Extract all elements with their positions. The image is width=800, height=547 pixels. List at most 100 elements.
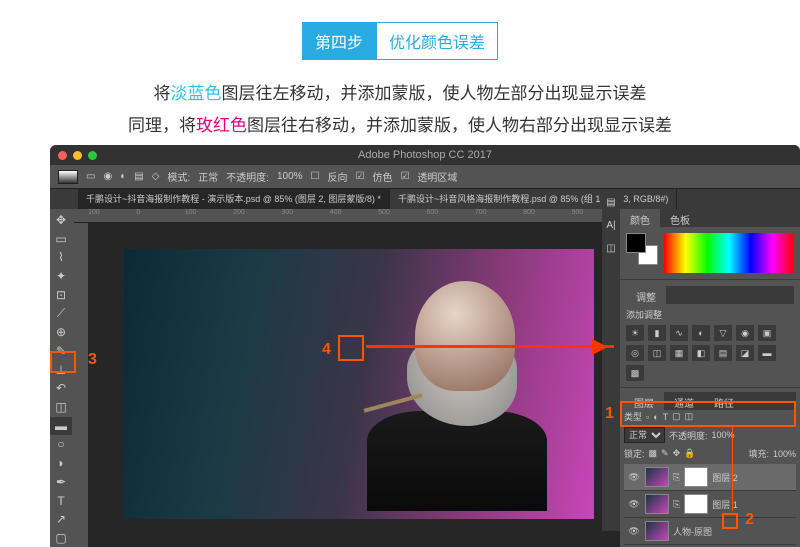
vibrance-icon[interactable]: ▽ bbox=[714, 325, 732, 341]
libraries-icon[interactable]: ◫ bbox=[606, 243, 615, 254]
trans-label: 透明区域 bbox=[417, 169, 457, 184]
portrait-subject bbox=[383, 281, 543, 511]
reverse-checkbox[interactable]: ☐ bbox=[311, 171, 320, 182]
annotation-vline bbox=[720, 427, 744, 511]
gradient-type-diamond-icon[interactable]: ◇ bbox=[152, 171, 160, 182]
exposure-icon[interactable]: ◐ bbox=[692, 325, 710, 341]
opacity-label: 不透明度: bbox=[669, 429, 708, 442]
history-icon[interactable]: ▤ bbox=[606, 197, 615, 208]
crop-tool-icon[interactable]: ⊡ bbox=[50, 286, 72, 304]
instr1-pre: 将 bbox=[154, 84, 171, 103]
layer-thumb-icon bbox=[645, 467, 669, 487]
annotation-box-3 bbox=[50, 351, 76, 373]
tab-color[interactable]: 颜色 bbox=[620, 209, 660, 227]
move-tool-icon[interactable]: ✥ bbox=[50, 211, 72, 229]
pen-tool-icon[interactable]: ✒ bbox=[50, 473, 72, 491]
layer-row[interactable]: 👁 人物-原图 bbox=[624, 518, 796, 545]
fill-value[interactable]: 100% bbox=[773, 449, 796, 459]
dither-label: 仿色 bbox=[372, 169, 392, 184]
lock-trans-icon[interactable]: ▩ bbox=[649, 448, 658, 459]
gradient-type-linear-icon[interactable]: ▭ bbox=[86, 171, 95, 182]
visibility-icon[interactable]: 👁 bbox=[627, 472, 641, 483]
document-tab[interactable]: 千鹏设计~抖音风格海报制作教程.psd @ 85% (组 1 拷贝 3, RGB… bbox=[390, 189, 677, 209]
gradient-map-icon[interactable]: ▬ bbox=[758, 345, 776, 361]
shape-tool-icon[interactable]: ▢ bbox=[50, 529, 72, 547]
eyedropper-tool-icon[interactable]: ⟋ bbox=[50, 305, 72, 323]
adjustment-icons: ☀▮∿◐▽◉▣ ◎ ◫▦◧▤◪▬ ▩ bbox=[626, 325, 794, 381]
gradient-preview-icon[interactable] bbox=[58, 170, 78, 184]
type-tool-icon[interactable]: T bbox=[50, 492, 72, 510]
tab-swatches[interactable]: 色板 bbox=[660, 209, 700, 227]
annotation-box-1 bbox=[620, 401, 796, 427]
tutorial-header: 第四步优化颜色误差 bbox=[0, 0, 800, 78]
document-tabs: 千鹏设计~抖音海报制作教程 - 演示版本.psd @ 85% (图层 2, 图层… bbox=[50, 189, 800, 209]
invert-icon[interactable]: ◧ bbox=[692, 345, 710, 361]
adjustments-panel: 调整 添加调整 ☀▮∿◐▽◉▣ ◎ ◫▦◧▤◪▬ ▩ bbox=[620, 279, 800, 387]
blend-mode-select[interactable]: 正常 bbox=[624, 427, 665, 443]
canvas-image[interactable] bbox=[124, 249, 594, 519]
dodge-tool-icon[interactable]: ◗ bbox=[50, 454, 72, 472]
hue-icon[interactable]: ◉ bbox=[736, 325, 754, 341]
maximize-icon[interactable] bbox=[88, 151, 97, 160]
instr2-pre: 同理，将 bbox=[128, 116, 196, 135]
layer-thumb-icon bbox=[645, 521, 669, 541]
gradient-type-radial-icon[interactable]: ◉ bbox=[103, 171, 112, 182]
layer-thumb-icon bbox=[645, 494, 669, 514]
blur-tool-icon[interactable]: ○ bbox=[50, 436, 72, 454]
trans-checkbox[interactable]: ☑ bbox=[400, 171, 409, 182]
bw-icon[interactable]: ▣ bbox=[758, 325, 776, 341]
path-tool-icon[interactable]: ↗ bbox=[50, 511, 72, 529]
lock-pixels-icon[interactable]: ✎ bbox=[661, 448, 669, 459]
curves-icon[interactable]: ∿ bbox=[670, 325, 688, 341]
selective-icon[interactable]: ▩ bbox=[626, 365, 644, 381]
lasso-tool-icon[interactable]: ⌇ bbox=[50, 248, 72, 266]
fg-color-icon[interactable] bbox=[626, 233, 646, 253]
marquee-tool-icon[interactable]: ▭ bbox=[50, 230, 72, 248]
step-title: 优化颜色误差 bbox=[376, 22, 498, 60]
eraser-tool-icon[interactable]: ◫ bbox=[50, 398, 72, 416]
gradient-type-reflected-icon[interactable]: ▤ bbox=[134, 171, 143, 182]
opacity-label: 不透明度: bbox=[226, 169, 269, 184]
document-tab[interactable]: 千鹏设计~抖音海报制作教程 - 演示版本.psd @ 85% (图层 2, 图层… bbox=[78, 189, 390, 209]
history-brush-icon[interactable]: ↶ bbox=[50, 379, 72, 397]
ruler-horizontal: 1000100200300400500600700800900 bbox=[74, 209, 620, 223]
posterize-icon[interactable]: ▤ bbox=[714, 345, 732, 361]
fill-label: 填充: bbox=[748, 447, 769, 460]
mode-value[interactable]: 正常 bbox=[198, 169, 218, 184]
wand-tool-icon[interactable]: ✦ bbox=[50, 267, 72, 285]
photoshop-window: Adobe Photoshop CC 2017 ▭ ◉ ◐ ▤ ◇ 模式: 正常… bbox=[50, 145, 800, 547]
annotation-2: 2 bbox=[745, 511, 754, 529]
instr2-post: 图层往右移动，并添加蒙版，使人物右部分出现显示误差 bbox=[247, 116, 672, 135]
layer-name: 人物-原图 bbox=[673, 525, 712, 538]
dither-checkbox[interactable]: ☑ bbox=[356, 171, 365, 182]
instr1-post: 图层往左移动，并添加蒙版，使人物左部分出现显示误差 bbox=[222, 84, 647, 103]
right-panels: 颜色 色板 调整 添加调整 ☀▮∿◐▽◉▣ ◎ ◫▦◧▤◪▬ ▩ bbox=[620, 209, 800, 547]
gradient-type-angle-icon[interactable]: ◐ bbox=[120, 171, 126, 182]
visibility-icon[interactable]: 👁 bbox=[627, 499, 641, 510]
gradient-tool-icon[interactable]: ▬ bbox=[50, 417, 72, 435]
minimize-icon[interactable] bbox=[73, 151, 82, 160]
char-icon[interactable]: A| bbox=[606, 220, 615, 231]
color-spectrum[interactable] bbox=[664, 233, 794, 273]
photo-filter-icon[interactable]: ◎ bbox=[626, 345, 644, 361]
threshold-icon[interactable]: ◪ bbox=[736, 345, 754, 361]
link-icon: ⎘ bbox=[673, 472, 680, 483]
opacity-value[interactable]: 100% bbox=[277, 171, 303, 182]
mixer-icon[interactable]: ◫ bbox=[648, 345, 666, 361]
heal-tool-icon[interactable]: ⊕ bbox=[50, 323, 72, 341]
layer-row[interactable]: 👁⎘图层 1 bbox=[624, 491, 796, 518]
brightness-icon[interactable]: ☀ bbox=[626, 325, 644, 341]
lock-pos-icon[interactable]: ✥ bbox=[673, 448, 681, 459]
visibility-icon[interactable]: 👁 bbox=[627, 526, 641, 537]
annotation-box-2 bbox=[722, 513, 738, 529]
fg-bg-colors[interactable] bbox=[626, 233, 658, 265]
lookup-icon[interactable]: ▦ bbox=[670, 345, 688, 361]
layer-row[interactable]: 👁⎘图层 2 bbox=[624, 464, 796, 491]
close-icon[interactable] bbox=[58, 151, 67, 160]
adjust-label: 添加调整 bbox=[626, 308, 794, 321]
tab-adjustments[interactable]: 调整 bbox=[626, 286, 666, 304]
lock-all-icon[interactable]: 🔒 bbox=[684, 448, 695, 459]
color-panel-tabs: 颜色 色板 bbox=[620, 209, 800, 227]
color-panel bbox=[620, 227, 800, 279]
levels-icon[interactable]: ▮ bbox=[648, 325, 666, 341]
